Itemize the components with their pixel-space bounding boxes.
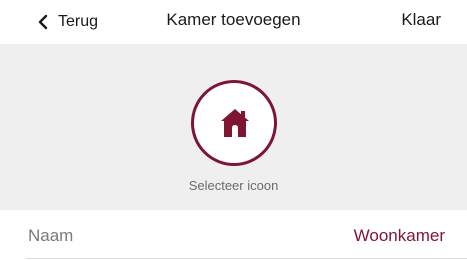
navigation-bar: Terug Kamer toevoegen Klaar — [0, 0, 467, 44]
back-button[interactable]: Terug — [36, 10, 98, 34]
add-room-screen: Terug Kamer toevoegen Klaar Selecteer ic… — [0, 0, 467, 260]
room-name-value[interactable]: Woonkamer — [354, 226, 445, 246]
select-icon-caption: Selecteer icoon — [188, 178, 279, 193]
back-button-label: Terug — [58, 13, 99, 30]
room-name-label: Naam — [28, 226, 74, 245]
chevron-left-icon — [38, 14, 48, 30]
room-name-row[interactable]: Naam Woonkamer — [0, 210, 467, 260]
row-divider — [26, 258, 467, 259]
icon-picker-section: Selecteer icoon — [0, 44, 467, 210]
select-icon-button[interactable] — [191, 80, 277, 166]
house-icon — [221, 109, 249, 137]
done-button[interactable]: Klaar — [401, 10, 441, 30]
